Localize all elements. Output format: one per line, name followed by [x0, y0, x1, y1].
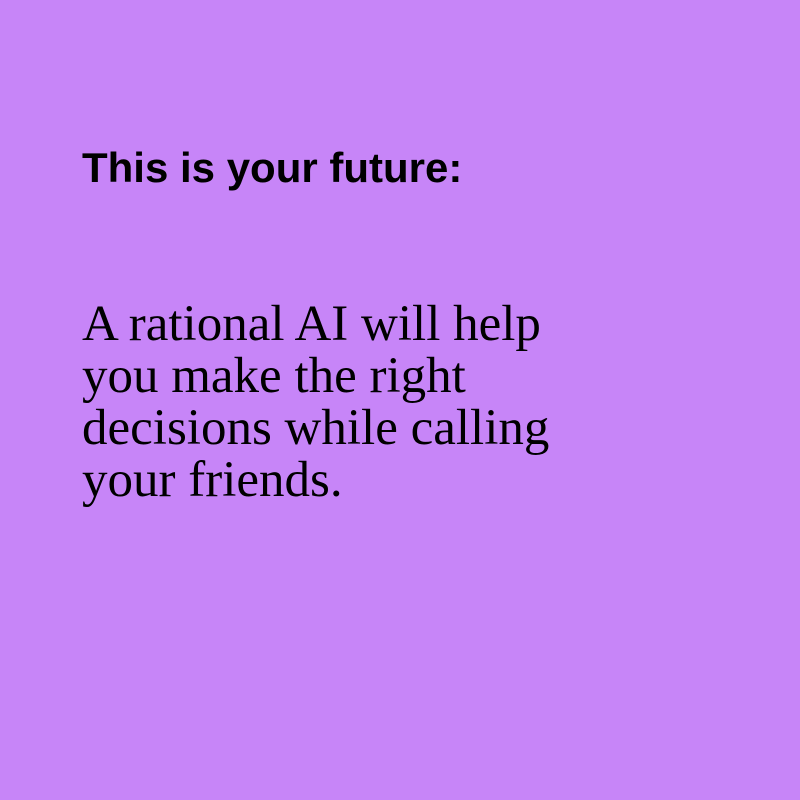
slide-body-text: A rational AI will help you make the rig… [82, 298, 549, 506]
slide-heading: This is your future: [82, 144, 463, 191]
body-line: A rational AI will help [82, 296, 541, 352]
body-line: decisions while calling [82, 400, 550, 456]
body-line: you make the right [82, 348, 466, 404]
body-line: your friends. [82, 452, 343, 508]
slide-card: This is your future: A rational AI will … [0, 0, 800, 800]
